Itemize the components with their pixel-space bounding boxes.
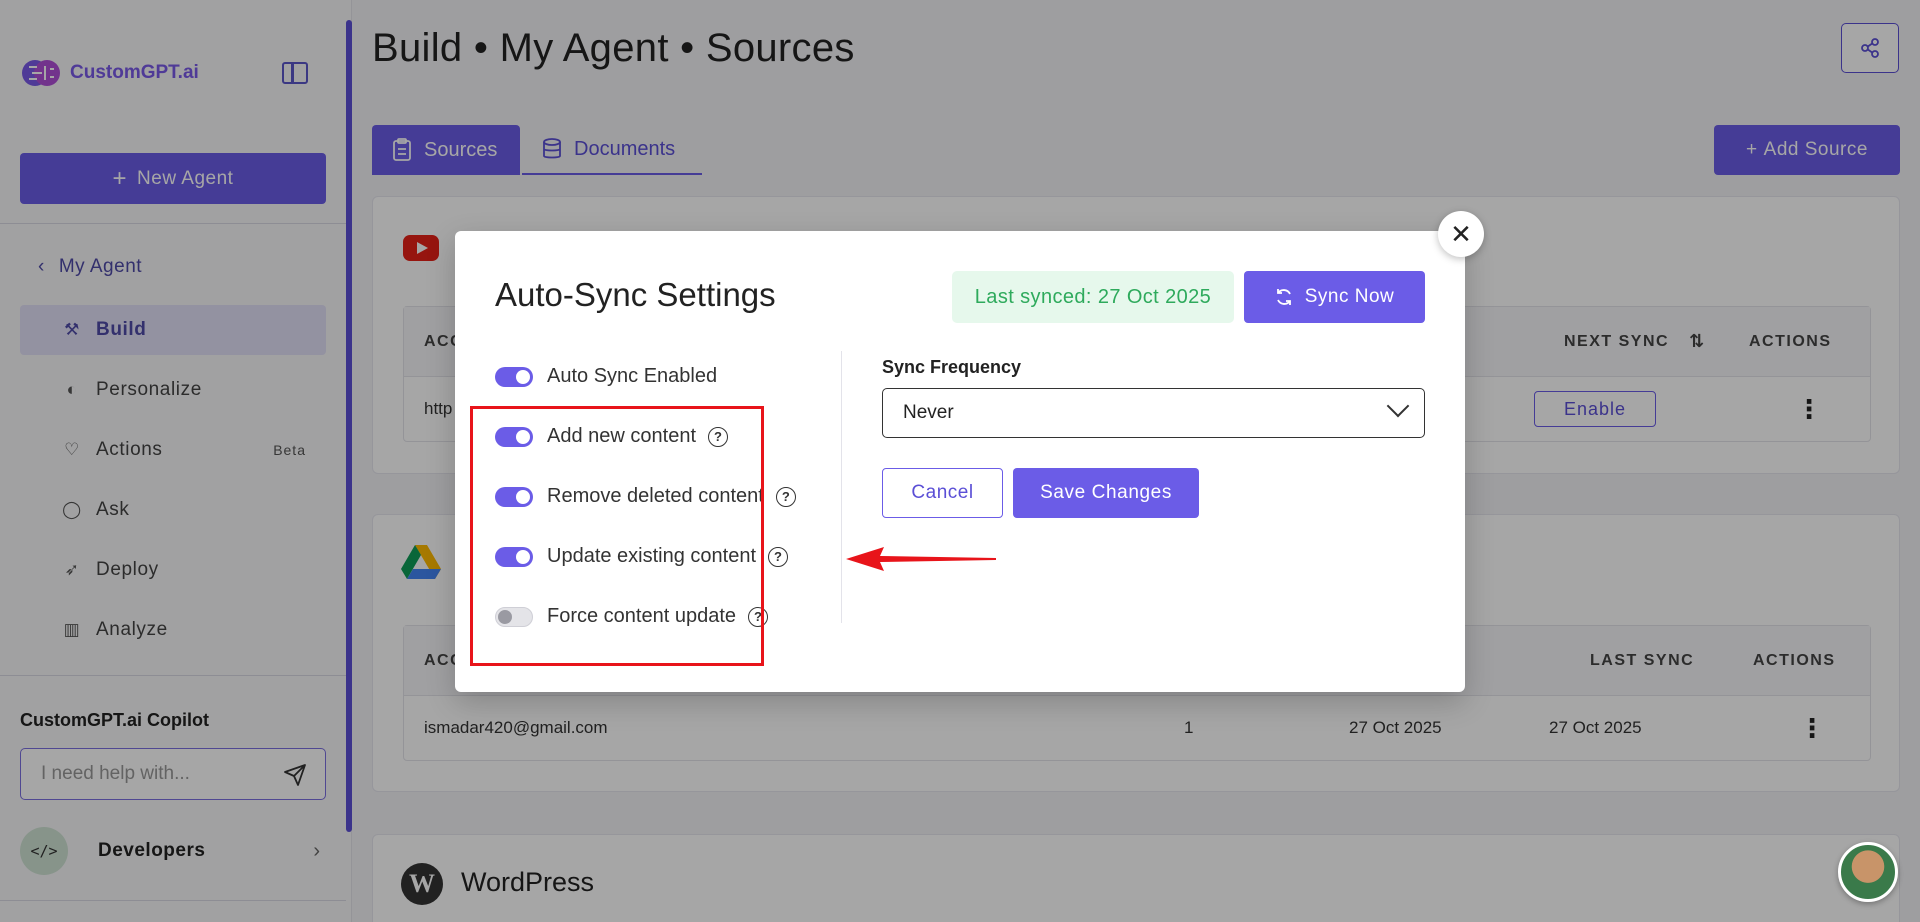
annotation-arrow-icon: [846, 547, 996, 571]
sync-now-button[interactable]: Sync Now: [1244, 271, 1425, 323]
toggle-switch[interactable]: [495, 366, 533, 387]
modal-divider: [841, 351, 842, 623]
help-icon[interactable]: ?: [775, 486, 796, 507]
save-changes-button[interactable]: Save Changes: [1013, 468, 1199, 518]
last-synced-badge: Last synced: 27 Oct 2025: [952, 271, 1234, 323]
sync-frequency-label: Sync Frequency: [882, 357, 1022, 377]
sync-frequency-value: Never: [903, 402, 954, 423]
modal-title: Auto-Sync Settings: [495, 276, 776, 313]
help-icon[interactable]: ?: [768, 546, 789, 567]
close-modal-icon[interactable]: ✕: [1438, 211, 1484, 257]
sync-frequency-select[interactable]: Never: [882, 388, 1425, 438]
support-chat-avatar[interactable]: [1838, 842, 1898, 902]
toggle-label: Auto Sync Enabled: [547, 365, 718, 387]
sync-now-label: Sync Now: [1304, 286, 1395, 307]
toggle-auto-sync-enabled[interactable]: Auto Sync Enabled: [495, 365, 717, 388]
auto-sync-settings-modal: Auto-Sync Settings Last synced: 27 Oct 2…: [455, 231, 1465, 692]
chevron-down-icon: [1386, 394, 1410, 418]
annotation-highlight-box: [470, 406, 764, 666]
cancel-button[interactable]: Cancel: [882, 468, 1003, 518]
refresh-icon: [1276, 289, 1291, 305]
